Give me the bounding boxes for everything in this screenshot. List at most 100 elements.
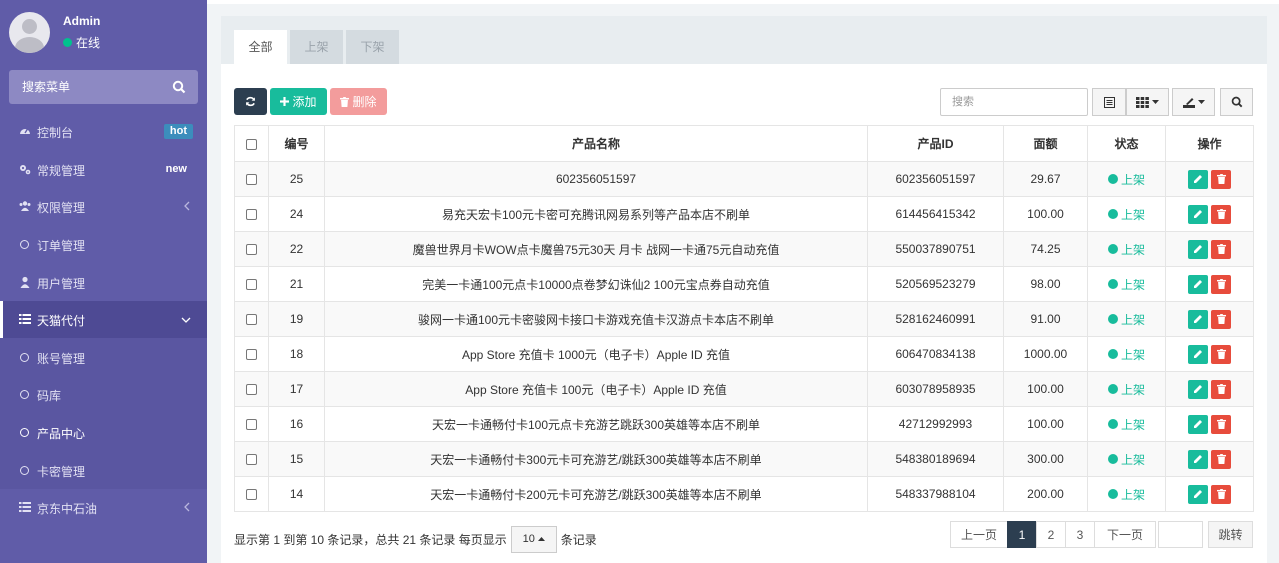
tab-all[interactable]: 全部 <box>234 30 287 64</box>
trash-icon <box>340 96 350 107</box>
status-indicator[interactable]: 上架 <box>1107 486 1145 503</box>
row-checkbox[interactable] <box>246 489 257 501</box>
next-page-button[interactable]: 下一页 <box>1094 521 1156 548</box>
sidebar-item-label: 码库 <box>37 389 62 403</box>
dashboard-icon <box>20 128 30 134</box>
page-size-dropdown[interactable]: 10 <box>510 525 557 553</box>
status-indicator[interactable]: 上架 <box>1107 346 1145 363</box>
sidebar-item-label: 控制台 <box>37 126 74 140</box>
sidebar-item-orders[interactable]: 订单管理 <box>0 226 207 263</box>
edit-button[interactable] <box>1188 274 1208 294</box>
row-delete-button[interactable] <box>1211 344 1231 364</box>
cell-actions <box>1165 196 1254 232</box>
sidebar-item-jd-petro[interactable]: 京东中石油 <box>0 489 207 526</box>
status-indicator[interactable]: 上架 <box>1107 311 1145 328</box>
column-header-status[interactable]: 状态 <box>1087 125 1166 162</box>
status-dot-icon <box>1107 454 1118 464</box>
row-delete-button[interactable] <box>1211 484 1231 504</box>
edit-button[interactable] <box>1188 379 1208 399</box>
status-dot-icon <box>1107 279 1118 289</box>
status-indicator[interactable]: 上架 <box>1107 276 1145 293</box>
row-delete-button[interactable] <box>1211 309 1231 329</box>
row-checkbox[interactable] <box>246 384 257 396</box>
page-button-1[interactable]: 1 <box>1007 521 1037 548</box>
row-checkbox[interactable] <box>246 349 257 361</box>
column-header-id[interactable]: 编号 <box>268 125 325 162</box>
status-label: 上架 <box>1120 277 1145 292</box>
table-search-input[interactable] <box>940 88 1088 116</box>
tab-off-shelf[interactable]: 下架 <box>346 30 399 64</box>
row-delete-button[interactable] <box>1211 274 1231 294</box>
sidebar-item-permission[interactable]: 权限管理 <box>0 188 207 225</box>
delete-button[interactable]: 删除 <box>330 88 387 115</box>
row-checkbox[interactable] <box>246 454 257 466</box>
row-delete-button[interactable] <box>1211 204 1231 224</box>
row-checkbox[interactable] <box>246 279 257 291</box>
page-button-3[interactable]: 3 <box>1065 521 1095 548</box>
cell-actions <box>1165 231 1254 267</box>
status-indicator[interactable]: 上架 <box>1107 206 1145 223</box>
tab-on-shelf[interactable]: 上架 <box>290 30 343 64</box>
export-dropdown-button[interactable] <box>1172 88 1215 116</box>
toggle-view-button[interactable] <box>1092 88 1126 116</box>
cell-id: 25 <box>268 161 325 197</box>
edit-button[interactable] <box>1188 414 1208 434</box>
edit-button[interactable] <box>1188 204 1208 224</box>
advanced-search-button[interactable] <box>1220 88 1253 116</box>
sidebar-item-cards[interactable]: 卡密管理 <box>0 452 207 489</box>
columns-dropdown-button[interactable] <box>1126 88 1169 116</box>
sidebar-item-dashboard[interactable]: 控制台 hot <box>0 113 207 150</box>
status-indicator[interactable]: 上架 <box>1107 381 1145 398</box>
row-select-cell <box>234 441 269 477</box>
new-badge: new <box>165 163 187 175</box>
row-delete-button[interactable] <box>1211 239 1231 259</box>
caret-up-icon <box>537 537 545 541</box>
status-dot-icon <box>1107 419 1118 429</box>
row-checkbox[interactable] <box>246 209 257 221</box>
status-indicator[interactable]: 上架 <box>1107 416 1145 433</box>
edit-button[interactable] <box>1188 344 1208 364</box>
row-select-cell <box>234 301 269 337</box>
prev-page-button[interactable]: 上一页 <box>950 521 1008 548</box>
row-checkbox[interactable] <box>246 419 257 431</box>
trash-icon <box>1216 174 1226 184</box>
jump-page-input[interactable] <box>1158 521 1203 548</box>
sidebar-item-products[interactable]: 产品中心 <box>0 414 207 451</box>
status-indicator[interactable]: 上架 <box>1107 451 1145 468</box>
row-checkbox[interactable] <box>246 314 257 326</box>
page-button-2[interactable]: 2 <box>1036 521 1066 548</box>
tabs-bar: 全部 上架 下架 <box>221 16 1267 64</box>
add-button[interactable]: 添加 <box>270 88 327 115</box>
edit-button[interactable] <box>1188 449 1208 469</box>
select-all-checkbox[interactable] <box>246 138 257 150</box>
column-header-name[interactable]: 产品名称 <box>324 125 868 162</box>
column-header-pid[interactable]: 产品ID <box>867 125 1004 162</box>
status-label: 上架 <box>1120 347 1145 362</box>
status-indicator[interactable]: 上架 <box>1107 241 1145 258</box>
table-row: 17 App Store 充值卡 100元（电子卡）Apple ID 充值 6030… <box>234 371 1254 407</box>
sidebar-item-general[interactable]: 常规管理 new <box>0 151 207 188</box>
jump-button[interactable]: 跳转 <box>1208 521 1253 548</box>
sidebar-item-codebase[interactable]: 码库 <box>0 376 207 413</box>
row-delete-button[interactable] <box>1211 414 1231 434</box>
row-delete-button[interactable] <box>1211 169 1231 189</box>
sidebar-item-tmall[interactable]: 天猫代付 <box>0 301 207 338</box>
edit-button[interactable] <box>1188 484 1208 504</box>
row-delete-button[interactable] <box>1211 379 1231 399</box>
sidebar-item-label: 订单管理 <box>37 239 86 253</box>
row-checkbox[interactable] <box>246 174 257 186</box>
sidebar-search-input[interactable] <box>9 70 169 104</box>
column-header-amount[interactable]: 面额 <box>1003 125 1088 162</box>
status-indicator[interactable]: 上架 <box>1107 171 1145 188</box>
row-checkbox[interactable] <box>246 244 257 256</box>
cell-pid: 602356051597 <box>867 161 1004 197</box>
edit-button[interactable] <box>1188 309 1208 329</box>
refresh-button[interactable] <box>234 88 267 115</box>
edit-button[interactable] <box>1188 239 1208 259</box>
sidebar-item-accounts[interactable]: 账号管理 <box>0 339 207 376</box>
search-icon[interactable] <box>172 80 186 94</box>
edit-button[interactable] <box>1188 169 1208 189</box>
cell-id: 14 <box>268 476 325 512</box>
row-delete-button[interactable] <box>1211 449 1231 469</box>
sidebar-item-users[interactable]: 用户管理 <box>0 264 207 301</box>
